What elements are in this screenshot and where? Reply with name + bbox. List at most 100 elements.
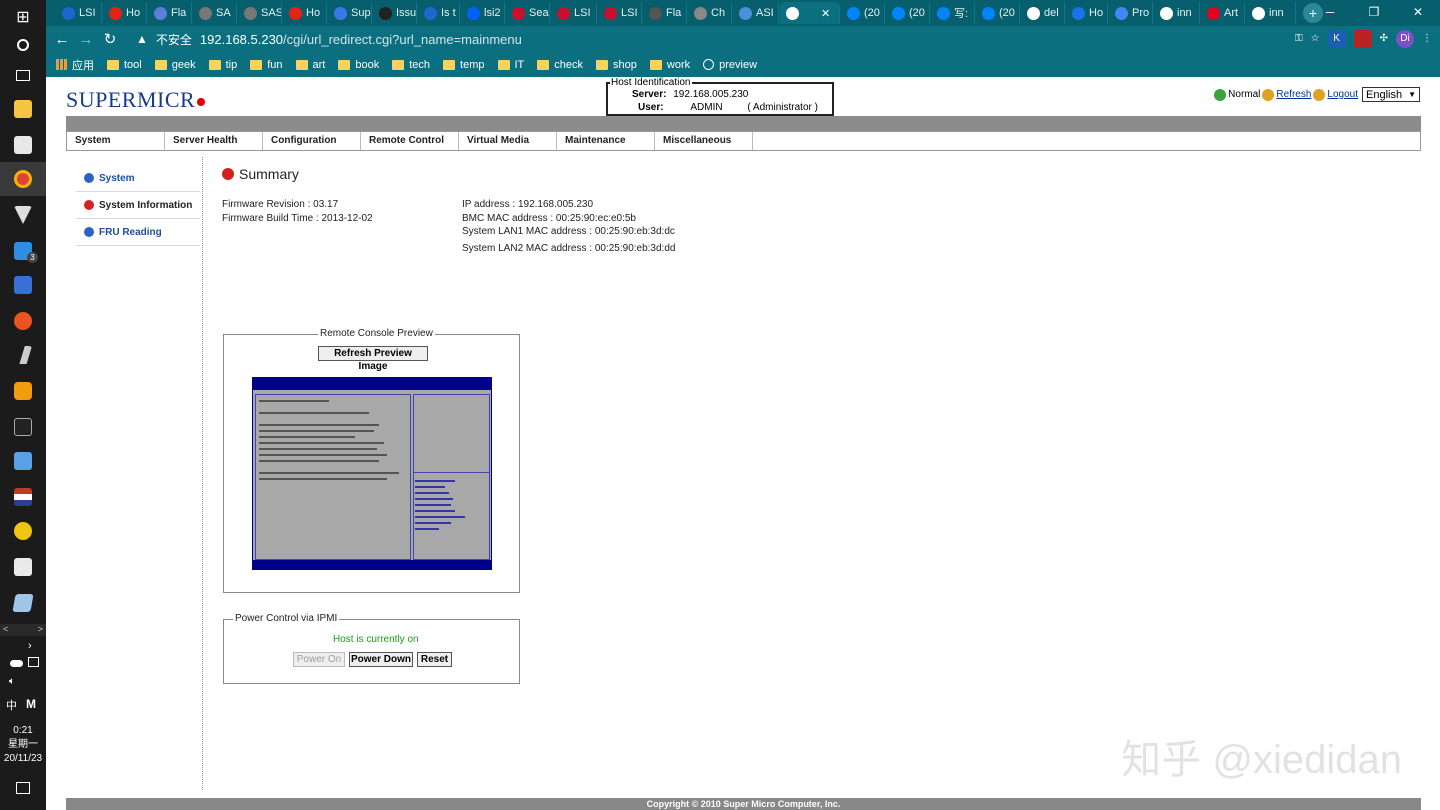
- bookmark-folder[interactable]: work: [649, 59, 690, 71]
- search-circle-icon[interactable]: [0, 28, 46, 62]
- browser-tab[interactable]: Sea: [506, 2, 550, 24]
- url-text[interactable]: 192.168.5.230/cgi/url_redirect.cgi?url_n…: [200, 32, 522, 47]
- task-view-icon[interactable]: [0, 58, 46, 92]
- m-indicator[interactable]: M: [26, 697, 36, 711]
- browser-tab[interactable]: 写:: [931, 2, 975, 24]
- app-slash-icon[interactable]: [0, 338, 46, 372]
- app-orange-icon[interactable]: [0, 374, 46, 408]
- address-bar[interactable]: ▲ 不安全 192.168.5.230/cgi/url_redirect.cgi…: [130, 28, 1320, 50]
- sidebar-item-fru-reading[interactable]: FRU Reading: [76, 219, 200, 246]
- bookmark-folder[interactable]: temp: [443, 59, 485, 71]
- refresh-link[interactable]: Refresh: [1276, 89, 1311, 100]
- language-select[interactable]: English ▼: [1362, 87, 1420, 102]
- bookmark-folder[interactable]: shop: [596, 59, 637, 71]
- ext-k-icon[interactable]: K: [1327, 30, 1346, 48]
- store-icon[interactable]: [0, 128, 46, 162]
- bookmark-folder[interactable]: tip: [208, 59, 237, 71]
- bookmark-folder[interactable]: art: [295, 59, 325, 71]
- bookmark-folder[interactable]: IT: [497, 59, 524, 71]
- sidebar-item-system[interactable]: System: [76, 165, 200, 192]
- browser-tab[interactable]: (20: [976, 2, 1020, 24]
- menu-virtual-media[interactable]: Virtual Media: [459, 132, 557, 150]
- menu-server-health[interactable]: Server Health: [165, 132, 263, 150]
- app-flag-icon[interactable]: [0, 480, 46, 514]
- onedrive-icon[interactable]: [10, 660, 23, 667]
- profile-avatar[interactable]: Di: [1396, 30, 1414, 48]
- logout-link[interactable]: Logout: [1327, 89, 1358, 100]
- app-bird-icon[interactable]: [0, 268, 46, 302]
- reload-icon[interactable]: ↻: [98, 30, 122, 48]
- bookmark-folder[interactable]: tool: [107, 59, 142, 71]
- reset-button[interactable]: Reset: [417, 652, 452, 667]
- bookmark-folder[interactable]: geek: [154, 59, 196, 71]
- extensions-puzzle-icon[interactable]: ✣: [1380, 30, 1388, 48]
- bookmark-folder[interactable]: check: [537, 59, 583, 71]
- browser-tab[interactable]: Ho: [1066, 2, 1108, 24]
- scroll-right-icon[interactable]: >: [38, 624, 43, 636]
- bookmark-apps[interactable]: 应用: [56, 57, 94, 73]
- star-icon[interactable]: ☆: [1311, 30, 1320, 48]
- bookmark-folder[interactable]: fun: [250, 59, 283, 71]
- browser-tab[interactable]: Is t: [418, 2, 460, 24]
- taskbar-scroll[interactable]: < >: [0, 624, 46, 636]
- browser-tab[interactable]: LSI: [598, 2, 642, 24]
- menu-configuration[interactable]: Configuration: [263, 132, 361, 150]
- app-window-icon[interactable]: [0, 444, 46, 478]
- notification-icon[interactable]: [16, 782, 30, 794]
- browser-tab[interactable]: inn: [1154, 2, 1200, 24]
- mail-icon[interactable]: 3: [0, 234, 46, 268]
- bookmark-folder[interactable]: tech: [392, 59, 430, 71]
- power-on-button[interactable]: Power On: [293, 652, 345, 667]
- tab-active[interactable]: ✕: [780, 2, 840, 24]
- menu-remote-control[interactable]: Remote Control: [361, 132, 459, 150]
- browser-tab[interactable]: inn: [1246, 2, 1296, 24]
- chrome-taskbar-icon[interactable]: [0, 162, 46, 196]
- browser-tab[interactable]: SA: [193, 2, 237, 24]
- forward-icon[interactable]: →: [74, 31, 98, 48]
- browser-tab[interactable]: Issu: [373, 2, 417, 24]
- browser-tab[interactable]: (20: [841, 2, 885, 24]
- browser-tab[interactable]: LSI: [551, 2, 597, 24]
- minimize-icon[interactable]: ─: [1308, 0, 1352, 24]
- menu-maintenance[interactable]: Maintenance: [557, 132, 655, 150]
- bookmark-folder[interactable]: preview: [703, 59, 757, 71]
- console-preview-image[interactable]: [252, 377, 492, 570]
- browser-tab[interactable]: Fla: [643, 2, 687, 24]
- browser-tab[interactable]: (20: [886, 2, 930, 24]
- browser-tab[interactable]: SAS: [238, 2, 282, 24]
- terminal-icon[interactable]: [0, 410, 46, 444]
- menu-kebab-icon[interactable]: ⋮: [1422, 30, 1432, 48]
- clock[interactable]: 0:21 星期一 20/11/23: [0, 724, 46, 766]
- back-icon[interactable]: ←: [50, 31, 74, 48]
- browser-tab[interactable]: lsi2: [461, 2, 505, 24]
- menu-miscellaneous[interactable]: Miscellaneous: [655, 132, 753, 150]
- menu-system[interactable]: System: [67, 132, 165, 150]
- close-window-icon[interactable]: ✕: [1396, 0, 1440, 24]
- refresh-preview-button[interactable]: Refresh Preview Image: [318, 346, 428, 372]
- browser-tab[interactable]: Ho: [103, 2, 147, 24]
- volume-icon[interactable]: 🔈︎: [9, 676, 15, 687]
- browser-tab[interactable]: Art: [1201, 2, 1245, 24]
- browser-tab[interactable]: Fla: [148, 2, 192, 24]
- scroll-left-icon[interactable]: <: [3, 624, 8, 636]
- app-smiley-icon[interactable]: [0, 514, 46, 548]
- tray-expand-icon[interactable]: ›: [28, 640, 32, 652]
- key-icon[interactable]: ⚿: [1295, 30, 1303, 48]
- restore-icon[interactable]: ❐: [1352, 0, 1396, 24]
- browser-tab[interactable]: Ho: [283, 2, 327, 24]
- file-explorer-icon[interactable]: [0, 92, 46, 126]
- browser-tab[interactable]: del: [1021, 2, 1065, 24]
- app-book-icon[interactable]: [0, 586, 46, 620]
- app-fox-icon[interactable]: [0, 198, 46, 232]
- ime-indicator[interactable]: 中: [6, 697, 17, 713]
- ext-red-icon[interactable]: [1353, 30, 1372, 48]
- tab-close-icon[interactable]: ✕: [821, 7, 830, 20]
- browser-tab[interactable]: Pro: [1109, 2, 1153, 24]
- browser-tab[interactable]: Sup: [328, 2, 372, 24]
- app-doc-icon[interactable]: [0, 550, 46, 584]
- refresh-icon[interactable]: [1262, 88, 1275, 101]
- sidebar-item-system-information[interactable]: System Information: [76, 192, 200, 219]
- network-icon[interactable]: [28, 657, 39, 667]
- ubuntu-icon[interactable]: [0, 304, 46, 338]
- browser-tab[interactable]: ASI: [733, 2, 779, 24]
